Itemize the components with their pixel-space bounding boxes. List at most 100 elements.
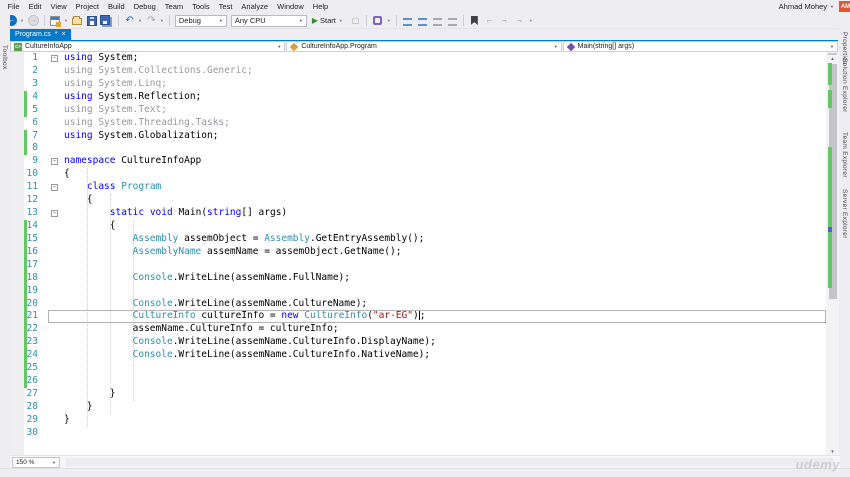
collapse-icon[interactable]: - [51,210,58,218]
menu-tools[interactable]: Tools [188,0,215,13]
code-line-2[interactable]: 2 using System.Collections.Generic; [10,65,826,78]
navigate-definition-button[interactable] [416,14,429,27]
splitter-grip[interactable] [828,53,837,55]
tab-program-cs[interactable]: Program.cs * × [10,29,71,40]
close-icon[interactable]: × [62,31,66,38]
toolbar-overflow-button[interactable]: ▼ [529,19,533,23]
menu-help[interactable]: Help [308,0,332,13]
sidebar-tab-server-explorer[interactable]: Server Explorer [841,189,848,239]
code-line-12[interactable]: 12 { [10,194,826,207]
undo-button[interactable]: ↶ [123,14,136,27]
fold-margin[interactable]: - [48,155,64,168]
code-line-6[interactable]: 6 using System.Threading.Tasks; [10,117,826,130]
menu-view[interactable]: View [46,0,71,13]
chevron-down-icon[interactable]: ▼ [64,18,68,23]
horizontal-scrollbar-thumb[interactable] [66,457,834,467]
code-line-11[interactable]: 11 - class Program [10,181,826,194]
code-line-10[interactable]: 10 { [10,168,826,181]
line-content: - class Program [48,181,826,194]
code-line-28[interactable]: 28 } [10,401,826,414]
solution-platform-dropdown[interactable]: Any CPU ▼ [230,14,307,27]
menu-debug[interactable]: Debug [129,0,160,13]
code-text: Console.WriteLine(assemName.CultureInfo.… [132,349,431,361]
sidebar-tab-toolbox[interactable]: Toolbox [1,45,8,70]
editor-zoom-dropdown[interactable]: 150 % ▼ [12,456,60,468]
attach-process-button[interactable] [371,14,384,27]
code-line-15[interactable]: 15 Assembly assemObject = Assembly.GetEn… [10,233,826,246]
scrollbar-mark [828,147,832,288]
fold-margin[interactable]: - [48,52,64,65]
navigate-forward-button[interactable]: → [27,14,40,27]
menu-window[interactable]: Window [273,0,309,13]
save-button[interactable] [86,14,99,27]
redo-button[interactable]: ↷ [145,14,158,27]
code-line-8[interactable]: 8 [10,142,826,155]
code-line-13[interactable]: 13 - static void Main(string[] args) [10,207,826,220]
fold-margin [48,285,64,298]
code-line-7[interactable]: 7 using System.Globalization; [10,130,826,143]
chevron-down-icon[interactable]: ▼ [138,18,142,23]
fold-margin[interactable]: - [48,207,64,220]
code-line-23[interactable]: 23 Console.WriteLine(assemName.CultureIn… [10,336,826,349]
collapse-icon[interactable]: - [51,55,58,62]
collapse-icon[interactable]: - [51,184,58,192]
toggle-bookmark-button[interactable] [468,14,481,27]
sidebar-tab-solution-explorer[interactable]: Solution Explorer [841,58,848,113]
code-line-14[interactable]: 14 { [10,220,826,233]
comment-button[interactable] [431,14,444,27]
sidebar-tab-team-explorer[interactable]: Team Explorer [841,132,848,178]
code-line-24[interactable]: 24 Console.WriteLine(assemName.CultureIn… [10,349,826,362]
code-editor[interactable]: 1- using System; 2 using System.Collections… [10,52,826,455]
next-bookmark-button[interactable]: ¬ [498,14,511,27]
vertical-scrollbar[interactable]: ▲ ▼ [826,52,839,455]
start-debug-button[interactable]: ▶ Start ▼ [312,16,345,25]
code-line-17[interactable]: 17 [10,259,826,272]
code-line-25[interactable]: 25 [10,362,826,375]
line-content: } [48,414,826,427]
code-line-3[interactable]: 3 using System.Linq; [10,78,826,91]
menu-build[interactable]: Build [104,0,130,13]
code-line-9[interactable]: 9 - namespace CultureInfoApp [10,155,826,168]
code-line-27[interactable]: 27 } [10,388,826,401]
code-line-16[interactable]: 16 AssemblyName assemName = assemObject.… [10,246,826,259]
code-line-21[interactable]: 21 CultureInfo cultureInfo = new Culture… [10,310,826,324]
code-line-20[interactable]: 20 Console.WriteLine(assemName.CultureNa… [10,298,826,311]
type-dropdown[interactable]: CultureInfoApp.Program ▼ [286,41,562,52]
menu-team[interactable]: Team [160,0,187,13]
scroll-up-icon[interactable]: ▲ [826,56,839,61]
chevron-down-icon[interactable]: ▼ [160,18,164,23]
prev-bookmark-button[interactable]: ⌐ [483,14,496,27]
code-line-5[interactable]: 5 using System.Text; [10,104,826,117]
menu-project[interactable]: Project [71,0,103,13]
menu-analyze[interactable]: Analyze [237,0,273,13]
scroll-down-icon[interactable]: ▼ [826,449,839,454]
project-dropdown[interactable]: C# CultureInfoApp ▼ [10,41,286,52]
new-project-button[interactable] [49,14,62,27]
member-dropdown[interactable]: Main(string[] args) ▼ [562,41,838,52]
menu-edit[interactable]: Edit [24,0,46,13]
account-button[interactable]: Ahmad Mohey ▼ [779,0,834,13]
menu-file[interactable]: File [3,0,24,13]
collapse-icon[interactable]: - [51,158,58,166]
find-symbol-button[interactable] [401,14,414,27]
code-line-1[interactable]: 1 - using System; [10,52,826,65]
code-line-29[interactable]: 29} [10,414,826,427]
code-line-4[interactable]: 4 using System.Reflection; [10,91,826,104]
code-line-26[interactable]: 26 [10,375,826,388]
uncomment-button[interactable] [446,14,459,27]
solution-configuration-dropdown[interactable]: Debug ▼ [174,14,227,27]
code-lines[interactable]: 1- using System; 2 using System.Collections… [10,52,826,440]
save-all-button[interactable] [100,14,114,27]
fold-margin[interactable]: - [48,181,64,194]
open-file-button[interactable] [71,14,84,27]
avatar[interactable]: AM [839,1,850,12]
menu-test[interactable]: Test [214,0,237,13]
show-next-statement-button[interactable]: ▢ [349,14,362,27]
code-line-19[interactable]: 19 [10,285,826,298]
code-line-22[interactable]: 22 assemName.CultureInfo = cultureInfo; [10,323,826,336]
code-line-18[interactable]: 18 Console.WriteLine(assemName.FullName)… [10,272,826,285]
code-line-30[interactable]: 30 [10,427,826,440]
toolbar-overflow-button[interactable]: ▼ [387,19,391,23]
clear-bookmarks-button[interactable]: ¬ [513,14,526,27]
chevron-down-icon[interactable]: ▼ [20,18,24,23]
